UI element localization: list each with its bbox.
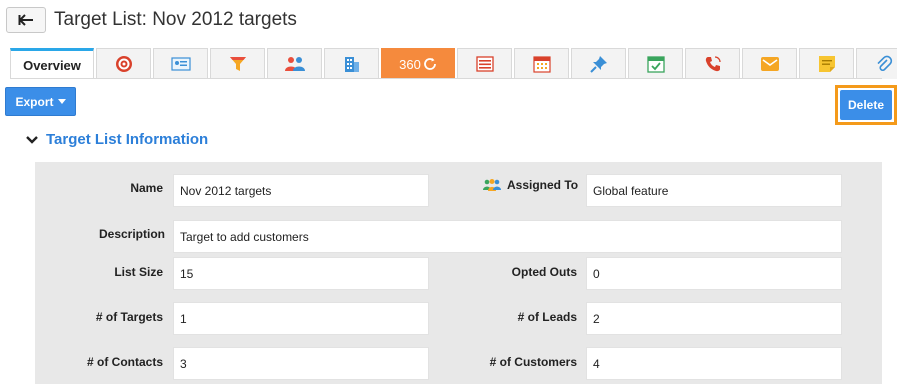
section-title: Target List Information <box>46 131 209 148</box>
calendar-icon <box>532 56 551 73</box>
contacts-field[interactable]: 3 <box>173 347 429 380</box>
info-panel: Name Nov 2012 targets Assigned To Global… <box>35 162 882 384</box>
chevron-down-icon <box>26 135 38 144</box>
tab-360[interactable]: 360 <box>381 48 455 79</box>
name-field[interactable]: Nov 2012 targets <box>173 174 429 207</box>
targets-field[interactable]: 1 <box>173 302 429 335</box>
caret-down-icon <box>57 99 66 104</box>
paperclip-icon <box>876 55 892 72</box>
pin-icon <box>589 56 607 73</box>
tab-targets[interactable] <box>96 48 151 79</box>
tab-bar: Overview 360 <box>10 48 897 79</box>
leads-label: # of Leads <box>517 310 577 324</box>
opted-outs-label: Opted Outs <box>511 265 577 279</box>
description-field[interactable]: Target to add customers <box>173 220 842 253</box>
tab-email[interactable] <box>742 48 797 79</box>
page-title: Target List: Nov 2012 targets <box>54 9 297 30</box>
tab-people[interactable] <box>267 48 322 79</box>
list-size-label: List Size <box>114 265 163 279</box>
name-label: Name <box>130 181 163 195</box>
tab-list[interactable] <box>457 48 512 79</box>
tab-tasks[interactable] <box>628 48 683 79</box>
tab-pin[interactable] <box>571 48 626 79</box>
assigned-to-label-group: Assigned To <box>482 178 578 192</box>
delete-label: Delete <box>847 98 885 112</box>
tab-funnel[interactable] <box>210 48 265 79</box>
tab-overview[interactable]: Overview <box>10 48 94 79</box>
back-button[interactable] <box>6 7 46 33</box>
customers-field[interactable]: 4 <box>586 347 842 380</box>
tab-360-label: 360 <box>399 56 421 72</box>
page: Target List: Nov 2012 targets Overview 3… <box>0 0 897 384</box>
contacts-label: # of Contacts <box>86 355 163 369</box>
people-icon <box>284 57 305 71</box>
export-button[interactable]: Export <box>5 87 76 116</box>
target-icon <box>115 56 132 72</box>
section-header[interactable]: Target List Information <box>26 131 208 148</box>
delete-button[interactable]: Delete <box>840 90 892 120</box>
description-label: Description <box>98 227 165 241</box>
phone-icon <box>705 56 721 72</box>
leads-field[interactable]: 2 <box>586 302 842 335</box>
opted-outs-field[interactable]: 0 <box>586 257 842 290</box>
targets-label: # of Targets <box>95 310 163 324</box>
assigned-to-label: Assigned To <box>507 178 579 192</box>
funnel-icon <box>229 57 246 71</box>
tab-building[interactable] <box>324 48 379 79</box>
export-label: Export <box>15 94 54 109</box>
refresh-icon <box>423 58 436 70</box>
list-size-field[interactable]: 15 <box>173 257 429 290</box>
tab-overview-label: Overview <box>23 57 81 73</box>
tab-divider <box>10 78 882 79</box>
list-icon <box>475 56 494 72</box>
assigned-to-field[interactable]: Global feature <box>586 174 842 207</box>
tab-contacts[interactable] <box>153 48 208 79</box>
tab-notes[interactable] <box>799 48 854 79</box>
delete-highlight: Delete <box>835 85 897 125</box>
mail-icon <box>760 57 779 71</box>
tab-calendar[interactable] <box>514 48 569 79</box>
tab-calls[interactable] <box>685 48 740 79</box>
note-icon <box>818 56 835 72</box>
back-arrow-icon <box>18 14 33 26</box>
customers-label: # of Customers <box>489 355 577 369</box>
building-icon <box>344 57 359 72</box>
people-icon <box>483 179 501 191</box>
tab-attachments[interactable] <box>856 48 897 79</box>
contact-card-icon <box>170 57 191 71</box>
check-calendar-icon <box>646 56 665 73</box>
